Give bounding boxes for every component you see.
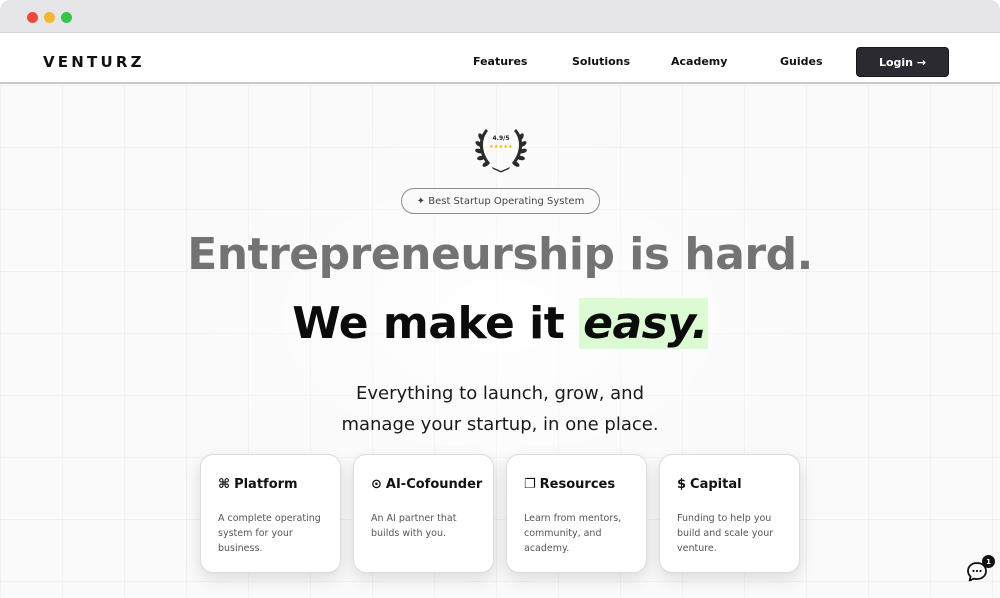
hero-description: Everything to launch, grow, and manage y…	[0, 378, 1000, 440]
hero-description-line: Everything to launch, grow, and	[355, 383, 645, 404]
nav-link-guides[interactable]: Guides	[780, 55, 823, 68]
card-description: Learn from mentors, community, and acade…	[524, 513, 622, 554]
minimize-window-button[interactable]	[44, 12, 55, 23]
card-title-text: Resources	[539, 477, 616, 492]
maximize-window-button[interactable]	[61, 12, 72, 23]
award-stars: ★★★★★	[489, 144, 513, 150]
card-description: A complete operating system for your bus…	[218, 513, 321, 554]
hero-description-line: manage your startup, in one place.	[341, 414, 659, 435]
card-title-text: Platform	[234, 477, 298, 492]
hero-headline: Entrepreneurship is hard.	[187, 229, 813, 280]
card-title-text: Capital	[690, 477, 742, 492]
feature-card-resources[interactable]: ❐ Resources Learn from mentors, community…	[506, 454, 647, 573]
login-button[interactable]: Login →	[856, 47, 949, 77]
nav-link-academy[interactable]: Academy	[671, 55, 727, 68]
card-title: $ Capital	[677, 477, 742, 492]
card-title: ⌘ Platform	[218, 477, 298, 492]
card-title: ❐ Resources	[524, 477, 615, 492]
award-rating: 4.9/5	[492, 135, 510, 142]
book-icon: ❐	[524, 477, 536, 492]
nav-link-solutions[interactable]: Solutions	[572, 55, 630, 68]
logo[interactable]: VENTURZ	[43, 53, 145, 71]
target-icon: ⊙	[371, 477, 382, 492]
chat-unread-badge: 1	[982, 555, 995, 568]
hero-subheadline-prefix: We make it	[292, 298, 580, 349]
card-title-text: AI-Cofounder	[385, 477, 483, 492]
feature-card-ai-cofounder[interactable]: ⊙ AI-Cofounder An AI partner that builds …	[353, 454, 494, 573]
feature-card-capital[interactable]: $ Capital Funding to help you build and s…	[659, 454, 800, 573]
top-navbar: VENTURZ Features Solutions Academy Guide…	[0, 33, 1000, 84]
hero-highlight-word: easy.	[579, 298, 708, 349]
close-window-button[interactable]	[27, 12, 38, 23]
nav-link-features[interactable]: Features	[473, 55, 527, 68]
feature-card-platform[interactable]: ⌘ Platform A complete operating system fo…	[200, 454, 341, 573]
hero-subheadline: We make it easy.	[0, 298, 1000, 349]
dollar-icon: $	[677, 477, 687, 492]
card-description: An AI partner that builds with you.	[371, 513, 457, 539]
card-title: ⊙ AI-Cofounder	[371, 477, 482, 492]
award-badge: 4.9/5 ★★★★★	[472, 125, 530, 173]
window-titlebar	[0, 0, 1000, 33]
hero-tagline-badge: ✦ Best Startup Operating System	[401, 188, 600, 214]
card-description: Funding to help you build and scale your…	[677, 513, 774, 554]
command-icon: ⌘	[218, 477, 231, 492]
